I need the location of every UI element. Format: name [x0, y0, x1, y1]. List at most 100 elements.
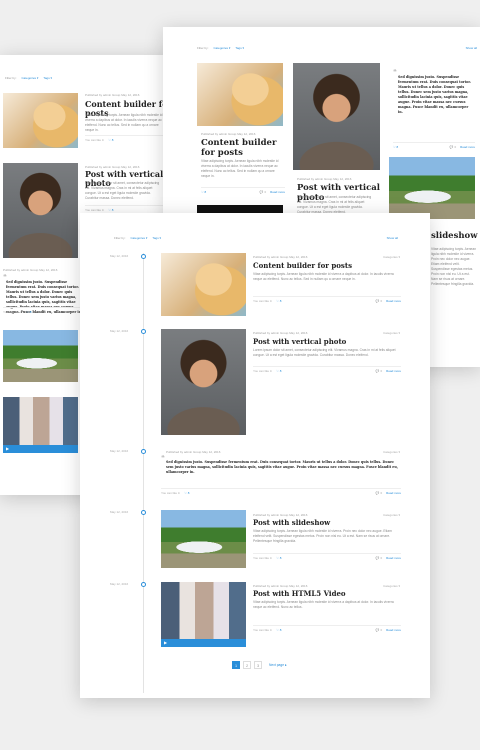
show-all-link[interactable]: Show all	[466, 46, 477, 50]
read-more-link[interactable]: Read more	[386, 556, 401, 560]
timeline-dot	[141, 329, 146, 334]
post-meta: Published by admin Group May 12, 2016	[201, 132, 256, 136]
video-player[interactable]: ▶	[161, 582, 246, 647]
page-3-button[interactable]: 3	[254, 661, 262, 669]
read-more-link[interactable]: Read more	[386, 369, 401, 373]
filter-label: Filter by:	[197, 46, 209, 50]
filter-bar: Filter by: Categories ▾ Tags ▾ Show all	[114, 233, 398, 243]
video-player[interactable]: ▶	[3, 397, 78, 453]
you-can-like: You can like it:	[253, 299, 273, 303]
page-2-button[interactable]: 2	[243, 661, 251, 669]
like-button[interactable]: ♡ 8	[26, 310, 31, 314]
timeline-dot	[141, 449, 146, 454]
post-thumbnail[interactable]	[389, 157, 475, 219]
post-excerpt: Vitae adipiscing turpis. Aenean ligula n…	[253, 600, 394, 609]
post-thumbnail[interactable]	[161, 329, 246, 435]
comment-count: 💬 0	[375, 556, 383, 560]
post-excerpt: Vitae adipiscing turpis. Aenean ligula n…	[431, 247, 477, 286]
like-button[interactable]: ♡ 8	[276, 369, 281, 373]
post-thumbnail[interactable]	[3, 93, 78, 148]
post-date: May 12, 2016	[110, 510, 129, 514]
front-timeline-card: Filter by: Categories ▾ Tags ▾ Show all …	[80, 213, 430, 698]
read-more-link[interactable]: Read more	[386, 299, 401, 303]
post-date: May 12, 2016	[110, 254, 129, 258]
post-thumbnail[interactable]	[197, 63, 283, 126]
video-thumbnail[interactable]	[197, 205, 283, 213]
video-controls[interactable]: ▶	[3, 445, 78, 453]
post-footer: You can like it: ♡ 8	[85, 135, 170, 144]
like-button[interactable]: ♡ 8	[108, 208, 113, 212]
post-excerpt: Lorem ipsum dolor sit amet, consectetur …	[297, 195, 372, 214]
like-button[interactable]: ♡ 8	[276, 628, 281, 632]
quote-icon: ❝	[161, 454, 165, 462]
read-more-link[interactable]: Read more	[386, 491, 401, 495]
video-controls[interactable]: ▶	[161, 639, 246, 647]
post-excerpt: Lorem ipsum dolor sit amet, consectetur …	[85, 181, 160, 200]
post-excerpt: Vitae adipiscing turpis. Aenean ligula n…	[201, 159, 279, 178]
filter-tags[interactable]: Tags ▾	[43, 76, 52, 80]
timeline-dot	[141, 254, 146, 259]
you-can-like: You can like it:	[3, 310, 23, 314]
post-meta: Published by admin Group May 12, 2016	[3, 268, 58, 272]
read-more-link[interactable]: Read more	[386, 628, 401, 632]
post-thumbnail[interactable]	[161, 253, 246, 316]
comment-count: 💬 0	[375, 369, 383, 373]
post-date: May 12, 2016	[110, 329, 129, 333]
post-title[interactable]: Content builder for posts	[201, 138, 281, 159]
filter-bar: Filter by: Categories ▾ Tags ▾ Show all	[197, 43, 477, 53]
post-footer: You can like it: ♡ 8 💬 0 Read more	[161, 488, 401, 497]
filter-categories[interactable]: Categories ▾	[214, 46, 231, 50]
show-all-link[interactable]: Show all	[387, 236, 398, 240]
like-button[interactable]: ♡ 8	[393, 145, 398, 149]
like-button[interactable]: ♡ 8	[184, 491, 189, 495]
filter-tags[interactable]: Tags ▾	[152, 236, 161, 240]
like-button[interactable]: ♡ 8	[201, 190, 206, 194]
post-footer: You can like it: ♡ 8 💬 0 Read more	[253, 625, 401, 634]
post-footer: You can like it: ♡ 8 💬 0 Read more	[253, 296, 401, 305]
you-can-like: You can like it:	[253, 556, 273, 560]
filter-tags[interactable]: Tags ▾	[235, 46, 244, 50]
post-excerpt: Lorem ipsum dolor sit amet, consectetur …	[253, 348, 396, 357]
next-page-link[interactable]: Next page ▸	[269, 663, 287, 667]
comment-count: 💬 0	[449, 145, 457, 149]
category-dropdown[interactable]: Categories ▾	[383, 513, 400, 517]
page-1-button[interactable]: 1	[232, 661, 240, 669]
filter-bar: Filter by: Categories ▾ Tags ▾	[5, 73, 165, 83]
you-can-like: You can like it:	[85, 208, 105, 212]
post-thumbnail[interactable]	[3, 163, 78, 258]
comment-count: 💬 0	[259, 190, 267, 194]
you-can-like: You can like it:	[85, 138, 105, 142]
post-meta: Published by admin Group May 12, 2016	[253, 255, 308, 259]
post-title[interactable]: Post with slideshow	[253, 518, 330, 527]
post-excerpt: Sed dignissim justo. Suspendisse ferment…	[166, 460, 398, 474]
comment-count: 💬 0	[375, 628, 383, 632]
post-thumbnail[interactable]	[161, 510, 246, 568]
post-title[interactable]: Post with vertical photo	[253, 337, 346, 346]
comment-count: 💬 0	[375, 491, 383, 495]
filter-label: Filter by:	[114, 236, 126, 240]
category-dropdown[interactable]: Categories ▾	[383, 450, 400, 454]
read-more-link[interactable]: Read more	[270, 190, 285, 194]
post-title[interactable]: Post with HTML5 Video	[253, 589, 346, 598]
pagination: 1 2 3 Next page ▸	[232, 661, 287, 669]
post-thumbnail[interactable]	[3, 330, 78, 382]
you-can-like: You can like it:	[161, 491, 181, 495]
post-excerpt: Vitae adipiscing turpis. Aenean ligula n…	[253, 272, 394, 281]
post-title-fragment[interactable]: slideshow	[431, 231, 478, 242]
filter-categories[interactable]: Categories ▾	[131, 236, 148, 240]
post-meta: Published by admin Group May 12, 2016	[253, 513, 308, 517]
post-title[interactable]: Content builder for posts	[253, 261, 352, 270]
comment-count: 💬 0	[375, 299, 383, 303]
post-excerpt: Sed dignissim justo. Suspendisse ferment…	[398, 75, 471, 114]
post-thumbnail[interactable]	[293, 63, 380, 170]
category-dropdown[interactable]: Categories ▾	[383, 255, 400, 259]
filter-categories[interactable]: Categories ▾	[22, 76, 39, 80]
timeline-line	[143, 253, 144, 693]
like-button[interactable]: ♡ 8	[276, 556, 281, 560]
like-button[interactable]: ♡ 8	[108, 138, 113, 142]
category-dropdown[interactable]: Categories ▾	[383, 584, 400, 588]
filter-label: Filter by:	[5, 76, 17, 80]
like-button[interactable]: ♡ 8	[276, 299, 281, 303]
category-dropdown[interactable]: Categories ▾	[383, 331, 400, 335]
read-more-link[interactable]: Read more	[460, 145, 475, 149]
